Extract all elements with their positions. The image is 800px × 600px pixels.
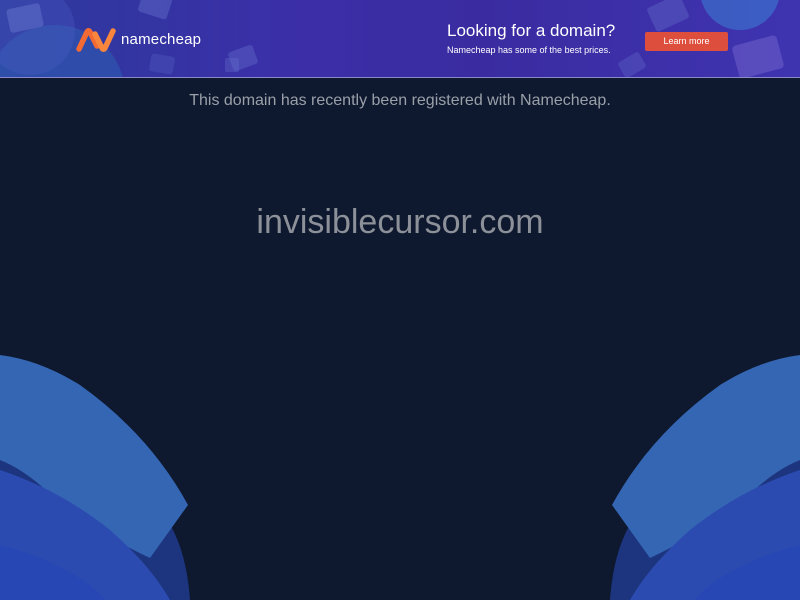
- promo-subtitle: Namecheap has some of the best prices.: [447, 45, 611, 55]
- registered-notice: This domain has recently been registered…: [189, 92, 611, 109]
- namecheap-ad-banner[interactable]: namecheap Looking for a domain? Namechea…: [0, 0, 800, 78]
- decorative-waves: [0, 355, 800, 600]
- namecheap-logo-icon: [76, 28, 116, 52]
- namecheap-logo[interactable]: namecheap: [76, 27, 201, 53]
- learn-more-button[interactable]: Learn more: [645, 32, 728, 51]
- promo-title: Looking for a domain?: [447, 21, 616, 40]
- parked-domain-page: namecheap Looking for a domain? Namechea…: [0, 0, 800, 600]
- logo-text: namecheap: [121, 31, 202, 48]
- domain-name: invisiblecursor.com: [256, 203, 544, 241]
